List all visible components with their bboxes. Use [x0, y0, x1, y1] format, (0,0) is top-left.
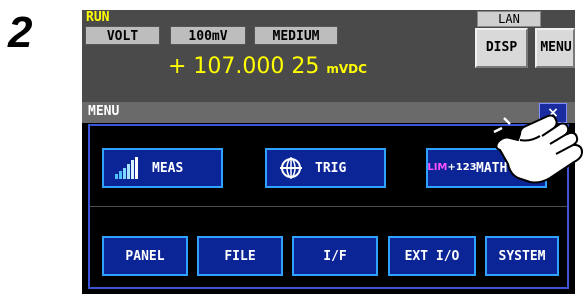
range-setting[interactable]: 100mV — [170, 26, 246, 45]
if-button[interactable]: I/F — [292, 236, 378, 276]
file-button[interactable]: FILE — [197, 236, 283, 276]
bar-level-icon — [114, 155, 142, 181]
meas-label: MEAS — [152, 160, 184, 176]
ext-io-button[interactable]: EXT I/O — [388, 236, 476, 276]
pointing-hand-icon — [493, 114, 583, 184]
measurement-reading: + 107.000 25 mVDC — [168, 54, 367, 79]
run-status: RUN — [86, 10, 110, 25]
panel-button[interactable]: PANEL — [102, 236, 188, 276]
reading-unit: mVDC — [326, 62, 367, 76]
status-bar: RUN LAN VOLT 100mV MEDIUM DISP MENU + 10… — [82, 10, 575, 102]
menu-button[interactable]: MENU — [535, 28, 575, 68]
trig-button[interactable]: TRIG — [265, 148, 386, 188]
system-button[interactable]: SYSTEM — [485, 236, 559, 276]
reading-value: + 107.000 25 — [168, 54, 320, 79]
disp-button[interactable]: DISP — [475, 28, 528, 68]
menu-title: MENU — [88, 104, 120, 119]
trig-label: TRIG — [315, 160, 347, 176]
lim-123-icon: LIM +123 — [427, 155, 476, 181]
step-number: 2 — [8, 8, 33, 57]
speed-setting[interactable]: MEDIUM — [254, 26, 338, 45]
menu-divider — [90, 206, 567, 207]
lim-icon-text: LIM — [427, 162, 448, 173]
crosshair-globe-icon — [277, 155, 305, 181]
meas-button[interactable]: MEAS — [102, 148, 223, 188]
function-setting[interactable]: VOLT — [85, 26, 160, 45]
lan-badge: LAN — [477, 11, 541, 27]
plus123-icon-text: +123 — [447, 162, 477, 173]
